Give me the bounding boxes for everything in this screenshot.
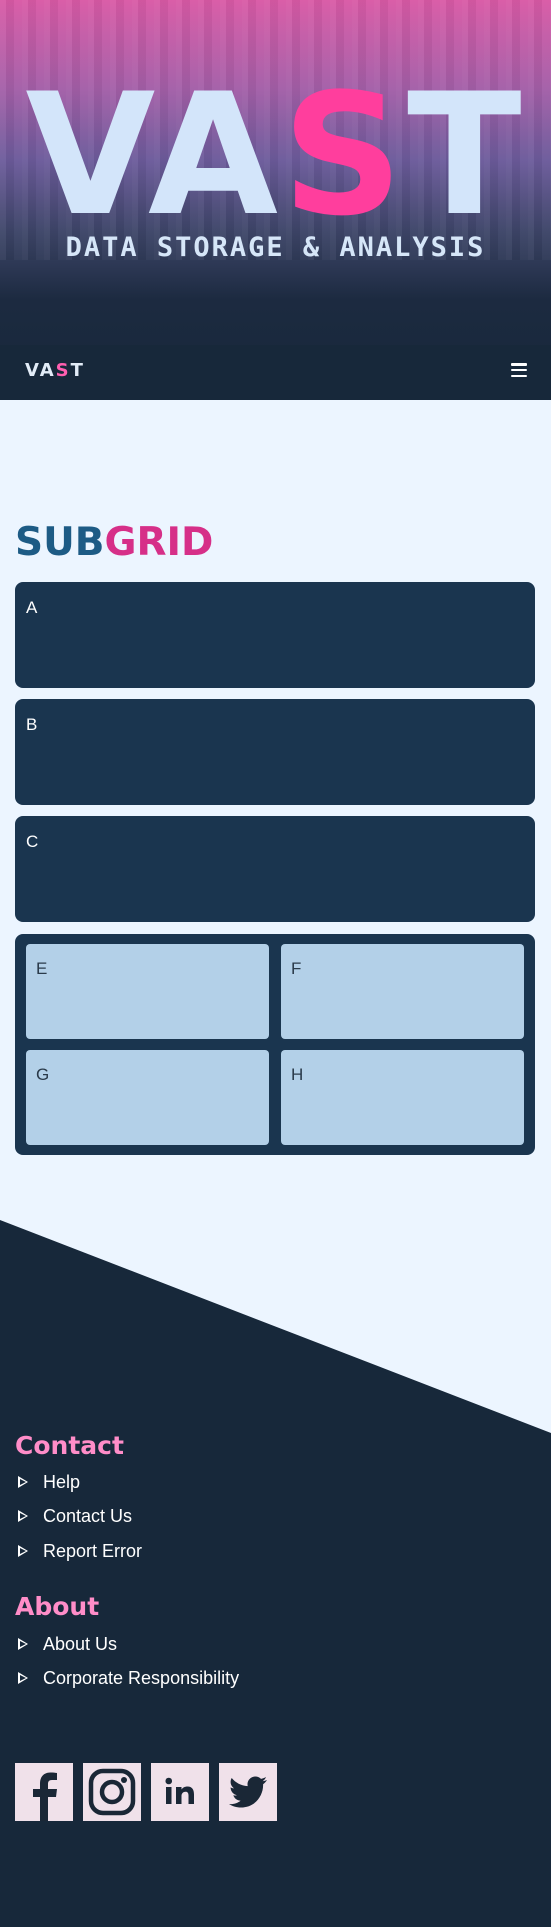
- footer-link-label: About Us: [43, 1633, 118, 1654]
- navbar: VAST: [0, 345, 551, 400]
- cell-label: H: [291, 1065, 304, 1084]
- footer-link-help[interactable]: Help: [18, 1469, 80, 1495]
- facebook-icon[interactable]: [15, 1763, 73, 1821]
- linkedin-icon[interactable]: [151, 1763, 209, 1821]
- triangle-right-icon: [18, 1545, 28, 1557]
- footer-link-report-error[interactable]: Report Error: [18, 1538, 142, 1564]
- card-label: C: [26, 832, 39, 851]
- triangle-right-icon: [18, 1672, 28, 1684]
- footer-contact-heading: Contact: [15, 1431, 124, 1460]
- footer-link-label: Corporate Responsibility: [43, 1667, 240, 1688]
- nav-logo[interactable]: VAST: [25, 360, 85, 381]
- subgrid-cell-e: E: [26, 944, 269, 1039]
- menu-bar: [511, 363, 527, 366]
- page-title: SUBGRID: [15, 520, 214, 565]
- subgrid-cell-h: H: [281, 1050, 524, 1145]
- footer-about-heading: About: [15, 1592, 100, 1621]
- hamburger-menu-icon[interactable]: [511, 363, 527, 377]
- triangle-right-icon: [18, 1638, 28, 1650]
- footer-link-about-us[interactable]: About Us: [18, 1631, 117, 1657]
- footer-link-corporate-responsibility[interactable]: Corporate Responsibility: [18, 1665, 239, 1691]
- grid-card-a: A: [15, 582, 535, 688]
- subgrid-cell-f: F: [281, 944, 524, 1039]
- menu-bar: [511, 374, 527, 377]
- grid-card-c: C: [15, 816, 535, 922]
- cell-label: F: [291, 959, 302, 978]
- cell-label: G: [36, 1065, 50, 1084]
- grid-card-b: B: [15, 699, 535, 805]
- hero-title: VAST: [25, 57, 526, 253]
- hero-banner: VAST DATA STORAGE & ANALYSIS VAST: [0, 0, 551, 400]
- instagram-icon[interactable]: [83, 1763, 141, 1821]
- hero-subtitle: DATA STORAGE & ANALYSIS: [65, 232, 486, 263]
- cell-label: E: [36, 959, 48, 978]
- triangle-right-icon: [18, 1510, 28, 1522]
- card-label: B: [26, 715, 38, 734]
- footer-link-label: Report Error: [43, 1540, 143, 1561]
- subgrid-cell-g: G: [26, 1050, 269, 1145]
- subgrid-container: E F G H: [15, 934, 535, 1155]
- footer-link-contact-us[interactable]: Contact Us: [18, 1503, 132, 1529]
- footer-link-label: Contact Us: [43, 1505, 133, 1526]
- twitter-icon[interactable]: [219, 1763, 277, 1821]
- footer-link-label: Help: [43, 1471, 81, 1492]
- triangle-right-icon: [18, 1476, 28, 1488]
- card-label: A: [26, 598, 38, 617]
- menu-bar: [511, 368, 527, 372]
